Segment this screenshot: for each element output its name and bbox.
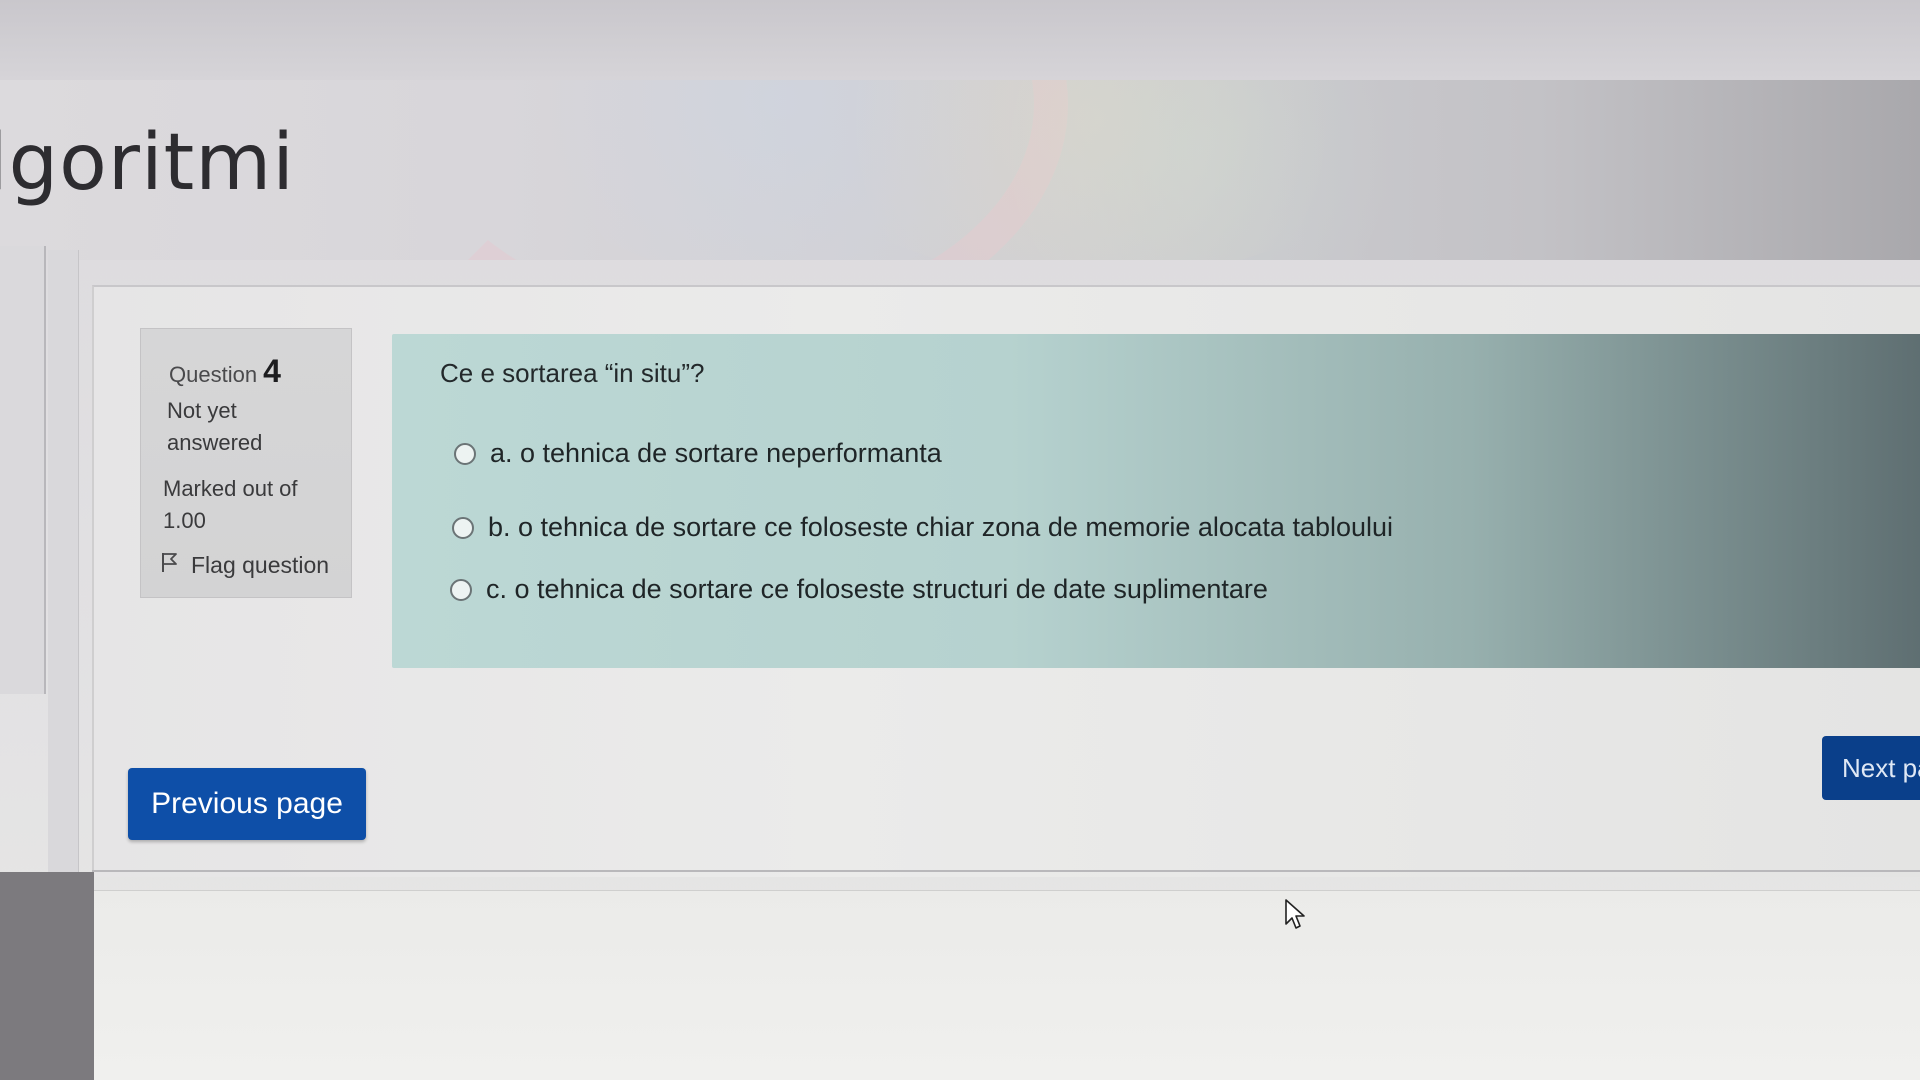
radio-button[interactable] <box>452 516 474 539</box>
next-page-button[interactable]: Next pa <box>1822 736 1920 800</box>
left-drawer-edge <box>0 246 46 694</box>
flag-question-link[interactable]: Flag question <box>159 551 329 579</box>
page-footer-area <box>94 890 1920 1080</box>
left-bottom-block <box>0 872 94 1080</box>
answer-option-a[interactable]: a. o tehnica de sortare neperformanta <box>454 438 942 469</box>
answer-label: a. o tehnica de sortare neperformanta <box>490 438 942 468</box>
course-title: lgoritmi <box>0 118 295 208</box>
mouse-cursor-icon <box>1285 899 1305 929</box>
previous-page-button[interactable]: Previous page <box>128 768 366 840</box>
banner-decoration <box>960 80 1440 260</box>
divider <box>92 870 1920 872</box>
question-text: Ce e sortarea “in situ”? <box>440 358 705 388</box>
question-label: Question <box>169 362 258 387</box>
question-state: Not yet answered <box>167 398 263 455</box>
question-grade: Marked out of 1.00 <box>163 476 298 533</box>
radio-button[interactable] <box>450 578 472 601</box>
question-number-label: Question 4 <box>169 353 281 390</box>
flag-icon <box>159 551 181 579</box>
browser-top-strip <box>0 0 1920 81</box>
radio-button[interactable] <box>454 442 476 465</box>
flag-question-label: Flag question <box>191 551 330 578</box>
answer-label: b. o tehnica de sortare ce foloseste chi… <box>488 512 1394 542</box>
question-info-box: Question 4 Not yet answered Marked out of… <box>140 328 352 598</box>
answer-label: c. o tehnica de sortare ce foloseste str… <box>486 574 1268 604</box>
question-number: 4 <box>263 353 281 389</box>
answer-option-b[interactable]: b. o tehnica de sortare ce foloseste chi… <box>452 512 1393 543</box>
left-column-edge <box>48 250 79 880</box>
question-card: Ce e sortarea “in situ”? a. o tehnica de… <box>392 334 1920 668</box>
answer-option-c[interactable]: c. o tehnica de sortare ce foloseste str… <box>450 574 1268 605</box>
